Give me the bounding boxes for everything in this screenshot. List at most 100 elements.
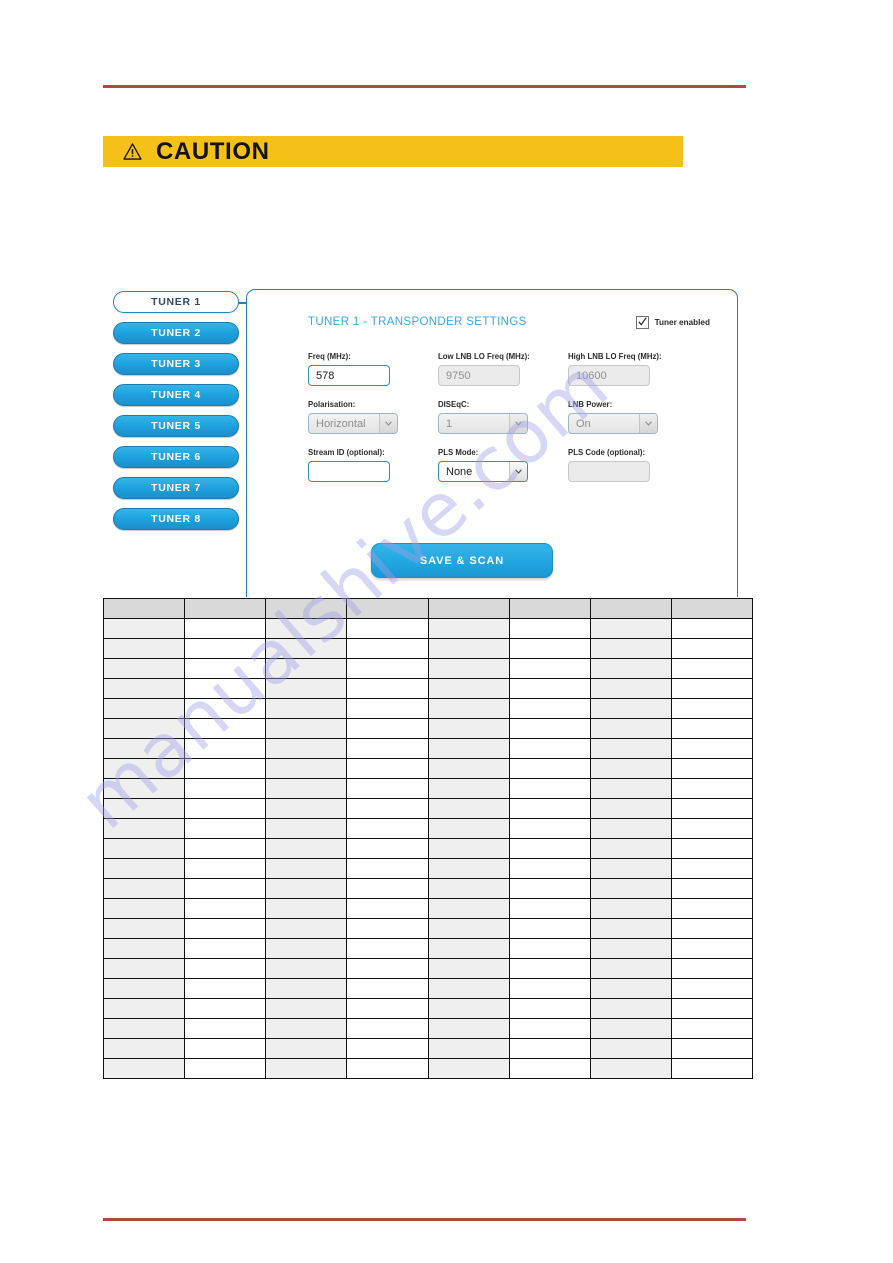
table-cell [265,718,348,739]
table-cell [508,618,591,639]
table-cell [102,1038,186,1059]
table-cell [427,718,510,739]
table-cell [346,1018,429,1039]
table-cell [427,698,510,719]
stream-id-input[interactable] [308,461,390,482]
table-cell [508,978,591,999]
table-row [102,878,754,899]
table-cell [184,978,267,999]
table-cell [508,898,591,919]
tuner-enabled-row[interactable]: Tuner enabled [635,316,710,329]
table-cell [102,718,186,739]
panel-title: TUNER 1 - TRANSPONDER SETTINGS [308,316,527,328]
diseqc-select: 1 [438,413,528,434]
table-cell [670,958,754,979]
table-cell [102,658,186,679]
pls-mode-value: None [446,465,473,478]
field-lnb-power: LNB Power: On [568,400,698,434]
low-lnb-input: 9750 [438,365,520,386]
table-row [102,1058,754,1079]
table-cell [346,1058,429,1079]
table-cell [184,618,267,639]
table-row [102,938,754,959]
table-cell [589,718,672,739]
freq-input[interactable]: 578 [308,365,390,386]
table-cell [670,858,754,879]
table-cell [589,798,672,819]
table-cell [346,1038,429,1059]
field-label-freq: Freq (MHz): [308,352,351,361]
sidebar-item-tuner-3[interactable]: TUNER 3 [113,353,239,375]
table-cell [670,618,754,639]
table-cell [427,618,510,639]
table-body [102,618,754,1079]
table-cell [102,918,186,939]
table-column-header [670,598,754,619]
table-cell [508,998,591,1019]
save-and-scan-button[interactable]: SAVE & SCAN [371,543,553,578]
table-cell [346,818,429,839]
table-cell [670,758,754,779]
table-cell [346,858,429,879]
table-cell [670,1018,754,1039]
table-cell [427,898,510,919]
table-cell [589,778,672,799]
field-label-stream-id: Stream ID (optional): [308,448,385,457]
field-label-pls-code: PLS Code (optional): [568,448,646,457]
table-cell [184,658,267,679]
table-cell [102,898,186,919]
table-row [102,618,754,639]
table-cell [670,978,754,999]
table-cell [184,818,267,839]
field-pls-mode: PLS Mode: None [438,448,568,482]
sidebar-item-tuner-1[interactable]: TUNER 1 [113,291,256,313]
sidebar-item-tuner-2[interactable]: TUNER 2 [113,322,239,344]
sidebar-item-tuner-7[interactable]: TUNER 7 [113,477,239,499]
table-column-header [346,598,429,619]
table-cell [346,998,429,1019]
table-cell [427,818,510,839]
sidebar-item-tuner-5[interactable]: TUNER 5 [113,415,239,437]
tuner-settings-figure: TUNER 1 TUNER 2 TUNER 3 TUNER 4 TUNER 5 … [103,286,753,602]
pls-code-input [568,461,650,482]
caution-banner: CAUTION [103,136,683,167]
table-cell [102,818,186,839]
table-row [102,798,754,819]
chevron-down-icon[interactable] [509,462,527,481]
table-cell [184,1018,267,1039]
table-cell [427,738,510,759]
chevron-down-icon [379,414,397,433]
table-cell [102,618,186,639]
field-polarisation: Polarisation: Horizontal [308,400,438,434]
lnb-power-value: On [576,417,591,430]
table-cell [265,678,348,699]
table-cell [508,718,591,739]
table-cell [589,658,672,679]
sidebar-item-tuner-8[interactable]: TUNER 8 [113,508,239,530]
table-cell [427,858,510,879]
table-cell [265,618,348,639]
sidebar-item-tuner-4[interactable]: TUNER 4 [113,384,239,406]
table-row [102,678,754,699]
table-cell [265,1058,348,1079]
pls-mode-select[interactable]: None [438,461,528,482]
table-cell [670,938,754,959]
table-cell [102,838,186,859]
sidebar-item-tuner-6[interactable]: TUNER 6 [113,446,239,468]
table-cell [184,998,267,1019]
table-column-header [102,598,186,619]
footer-rule [103,1218,746,1221]
table-cell [427,978,510,999]
table-cell [670,698,754,719]
table-cell [670,718,754,739]
tuner-enabled-checkbox[interactable] [635,316,649,329]
table-row [102,998,754,1019]
table-row [102,718,754,739]
table-cell [184,758,267,779]
data-table [102,598,754,1079]
table-cell [184,1038,267,1059]
table-row [102,638,754,659]
table-cell [184,858,267,879]
field-label-polarisation: Polarisation: [308,400,356,409]
table-cell [589,958,672,979]
